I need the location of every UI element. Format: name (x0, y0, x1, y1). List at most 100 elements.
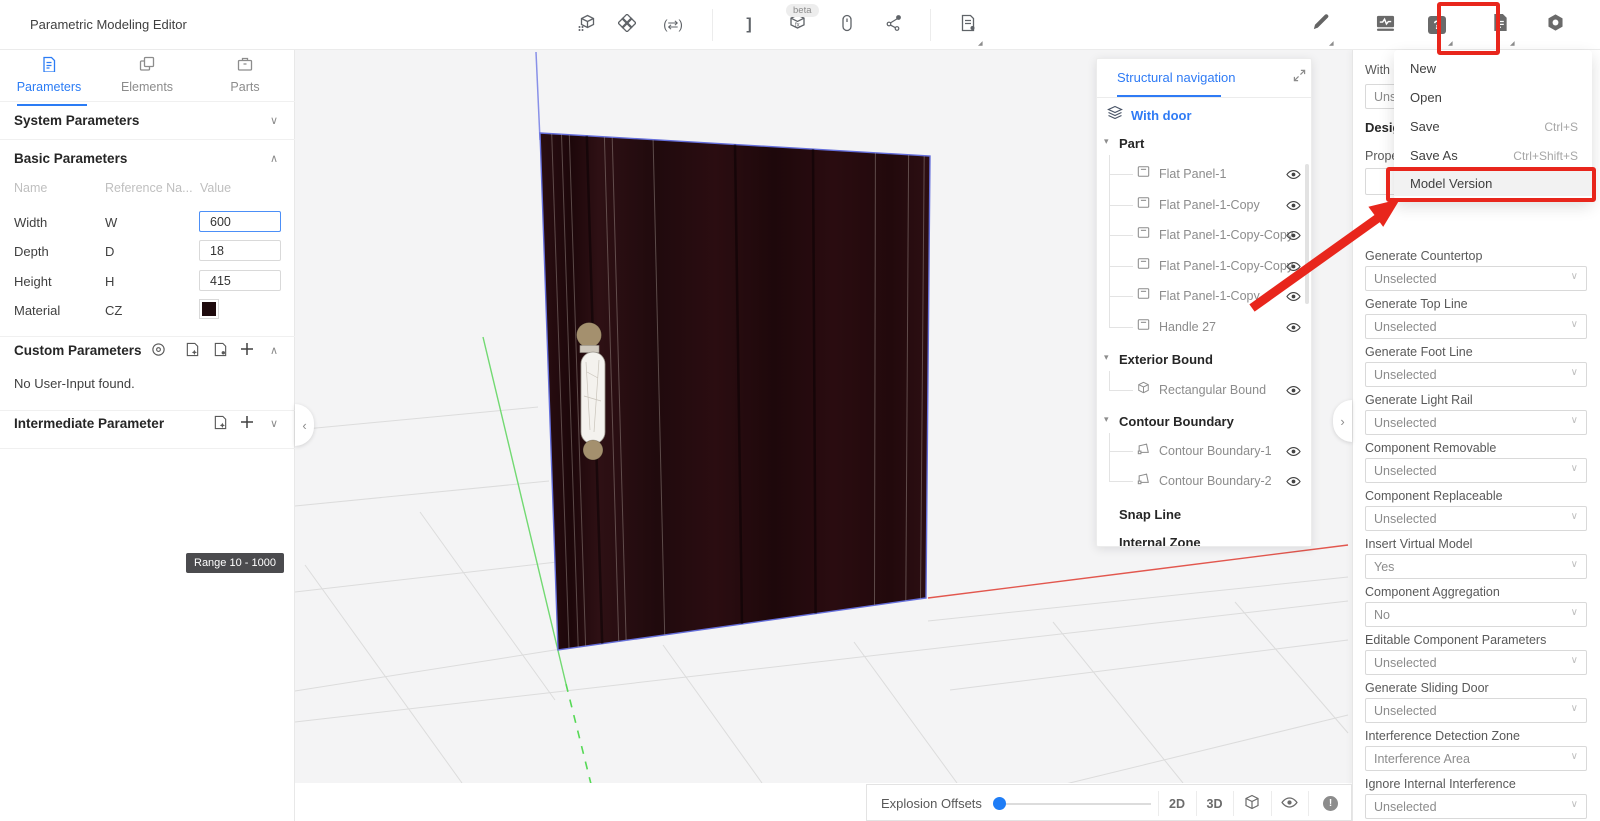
view-3d-button[interactable]: 3D (1196, 785, 1233, 821)
chevron-up-icon[interactable]: ∧ (270, 152, 278, 165)
view-2d-button[interactable]: 2D (1158, 785, 1196, 821)
add-parameter-button[interactable] (239, 414, 255, 430)
visibility-eye-icon[interactable] (1286, 167, 1301, 182)
tree-item[interactable]: Flat Panel-1-Copy (1097, 284, 1311, 308)
nav-panel-title[interactable]: Structural navigation (1117, 70, 1236, 85)
edit-mode-button[interactable]: ◢ (1303, 8, 1337, 42)
axis-y-green-dashed (566, 684, 592, 783)
svg-text:fx: fx (795, 23, 800, 29)
axis-x-red (928, 545, 1348, 598)
tree-item[interactable]: Handle 27 (1097, 315, 1311, 339)
visibility-button[interactable] (1271, 785, 1308, 821)
tab-parts[interactable]: Parts (197, 56, 293, 100)
panel-part-icon (1137, 257, 1150, 275)
tree-item[interactable]: Contour Boundary-1 (1097, 439, 1311, 463)
tab-parameters[interactable]: Parameters (1, 56, 97, 100)
width-value-input[interactable] (199, 211, 281, 232)
field-select[interactable]: No∨ (1365, 602, 1587, 627)
menu-item-save-as[interactable]: Save AsCtrl+Shift+S (1394, 141, 1592, 170)
param-ref: CZ (105, 303, 122, 318)
param-ref: W (105, 215, 117, 230)
chevron-down-icon[interactable]: ∨ (270, 114, 278, 127)
depth-value-input[interactable] (199, 240, 281, 261)
tab-elements[interactable]: Elements (99, 56, 195, 100)
file-menu-button[interactable]: ◢ (1483, 8, 1517, 42)
tree-item[interactable]: Contour Boundary-2 (1097, 469, 1311, 493)
parts-box-icon (237, 59, 253, 76)
basic-parameters-header[interactable]: Basic Parameters (14, 151, 127, 166)
system-parameters-header[interactable]: System Parameters (14, 113, 139, 128)
swap-parameters-button[interactable]: (⇄) (656, 8, 690, 42)
field-select[interactable]: Unselected∨ (1365, 506, 1587, 531)
tree-item[interactable]: Rectangular Bound (1097, 378, 1311, 402)
activity-chart-icon (1376, 13, 1395, 37)
tree-item[interactable]: Flat Panel-1-Copy (1097, 193, 1311, 217)
explosion-slider-track[interactable] (1004, 803, 1151, 805)
cube-view-button[interactable] (1233, 785, 1271, 821)
visibility-eye-icon[interactable] (1286, 228, 1301, 243)
nav-scrollbar[interactable] (1305, 164, 1309, 304)
visibility-eye-icon[interactable] (1286, 259, 1301, 274)
tree-group-snap-line[interactable]: Snap Line (1097, 502, 1311, 526)
field-select[interactable]: Unselected∨ (1365, 362, 1587, 387)
tree-item[interactable]: Flat Panel-1 (1097, 162, 1311, 186)
pattern-button[interactable] (610, 8, 644, 42)
field-select[interactable]: Unselected∨ (1365, 410, 1587, 435)
tree-root-with-door[interactable]: With door (1097, 103, 1311, 127)
visibility-eye-icon[interactable] (1286, 444, 1301, 459)
select-chevron-icon: ∨ (1571, 703, 1578, 714)
visibility-eye-icon[interactable] (1286, 320, 1301, 335)
tree-item[interactable]: Flat Panel-1-Copy-Copy (1097, 223, 1311, 247)
visibility-eye-icon[interactable] (1286, 383, 1301, 398)
group-caret-icon[interactable]: ▾ (1104, 414, 1109, 425)
chevron-up-icon[interactable]: ∧ (270, 344, 278, 357)
group-caret-icon[interactable]: ▾ (1104, 136, 1109, 147)
field-select[interactable]: Unselected∨ (1365, 458, 1587, 483)
group-caret-icon[interactable]: ▾ (1104, 352, 1109, 363)
field-select[interactable]: Yes∨ (1365, 554, 1587, 579)
menu-item-open[interactable]: Open (1394, 83, 1592, 112)
field-select[interactable]: Unselected∨ (1365, 314, 1587, 339)
material-color-swatch[interactable] (199, 299, 219, 319)
field-select[interactable]: Unselected∨ (1365, 650, 1587, 675)
custom-parameters-header[interactable]: Custom Parameters (14, 343, 142, 358)
monitor-button[interactable] (1368, 8, 1402, 42)
relation-graph-button[interactable] (877, 8, 911, 42)
menu-item-new[interactable]: New (1394, 54, 1592, 83)
field-select[interactable]: Unselected∨ (1365, 266, 1587, 291)
add-parameter-button[interactable] (239, 341, 255, 357)
gear-circle-icon[interactable] (150, 341, 166, 357)
menu-item-model-version[interactable]: Model Version (1394, 170, 1592, 196)
field-select[interactable]: Interference Area∨ (1365, 746, 1587, 771)
export-document-button[interactable]: ◢ (951, 8, 985, 42)
tree-group-contour-boundary[interactable]: ▾ Contour Boundary (1097, 409, 1311, 433)
tree-group-part[interactable]: ▾ Part (1097, 131, 1311, 155)
pattern-knot-icon (618, 14, 636, 37)
axis-z-blue (536, 52, 540, 140)
visibility-eye-icon[interactable] (1286, 474, 1301, 489)
height-value-input[interactable] (199, 270, 281, 291)
expand-panel-icon[interactable] (1293, 69, 1307, 83)
visibility-eye-icon[interactable] (1286, 289, 1301, 304)
help-button[interactable]: ? ◢ (1420, 8, 1454, 42)
export-dot-doc-icon[interactable] (212, 341, 228, 357)
settings-button[interactable] (1538, 8, 1572, 42)
visibility-eye-icon[interactable] (1286, 198, 1301, 213)
menu-item-save[interactable]: SaveCtrl+S (1394, 112, 1592, 141)
explosion-slider-handle[interactable] (993, 797, 1006, 810)
chevron-down-icon[interactable]: ∨ (270, 417, 278, 430)
tree-group-internal-zone[interactable]: Internal Zone (1097, 530, 1311, 547)
nav-panel-header: Structural navigation (1097, 59, 1311, 98)
tree-item[interactable]: Flat Panel-1-Copy-Copy (1097, 254, 1311, 278)
import-star-doc-icon[interactable] (212, 414, 228, 430)
intermediate-parameter-header[interactable]: Intermediate Parameter (14, 416, 164, 431)
bracket-tool-button[interactable]: ] (732, 8, 766, 42)
warnings-button[interactable]: ! (1308, 785, 1353, 821)
mouse-tool-button[interactable] (830, 8, 864, 42)
import-star-doc-icon[interactable] (184, 341, 200, 357)
field-select[interactable]: Unselected∨ (1365, 698, 1587, 723)
left-sidebar: Parameters Elements Parts System Paramet… (0, 50, 295, 821)
field-select[interactable]: Unselected∨ (1365, 794, 1587, 819)
component-library-button[interactable] (569, 8, 603, 42)
tree-group-exterior-bound[interactable]: ▾ Exterior Bound (1097, 347, 1311, 371)
